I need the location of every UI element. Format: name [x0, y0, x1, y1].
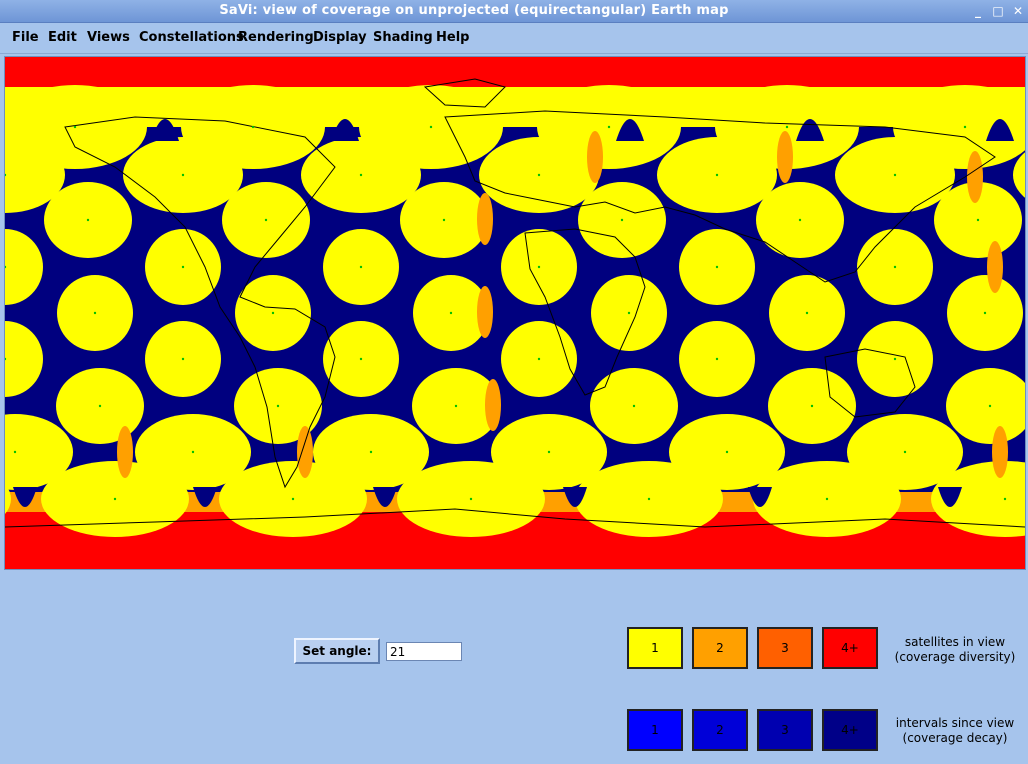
title-bar: SaVi: view of coverage on unprojected (e…	[0, 0, 1028, 23]
decay-label-line1: intervals since view	[895, 716, 1015, 730]
angle-input[interactable]	[386, 642, 462, 661]
subsatellite-point	[988, 404, 992, 408]
north-polar-band	[5, 57, 1025, 87]
subsatellite-point	[359, 357, 363, 361]
subsatellite-point	[537, 265, 541, 269]
subsatellite-point	[715, 173, 719, 177]
decay-swatch-4plus: 4+	[822, 709, 878, 751]
subsatellite-point	[537, 173, 541, 177]
diversity-swatch-1: 1	[627, 627, 683, 669]
set-angle-button[interactable]: Set angle:	[294, 638, 380, 664]
subsatellite-point	[647, 497, 651, 501]
minimize-button[interactable]: _	[970, 3, 986, 19]
menu-shading[interactable]: Shading	[373, 30, 433, 45]
subsatellite-point	[454, 404, 458, 408]
menu-constellations[interactable]: Constellations	[139, 30, 244, 45]
subsatellite-point	[181, 357, 185, 361]
subsatellite-point	[632, 404, 636, 408]
decay-swatch-1: 1	[627, 709, 683, 751]
maximize-button[interactable]: □	[990, 3, 1006, 19]
subsatellite-point	[291, 497, 295, 501]
subsatellite-point	[607, 125, 611, 129]
subsatellite-point	[715, 265, 719, 269]
subsatellite-point	[251, 125, 255, 129]
subsatellite-point	[13, 450, 17, 454]
close-button[interactable]: ✕	[1010, 3, 1026, 19]
subsatellite-point	[976, 218, 980, 222]
overlap-lens	[297, 426, 313, 478]
menu-edit[interactable]: Edit	[48, 30, 77, 45]
subsatellite-point	[369, 450, 373, 454]
overlap-lens	[987, 241, 1003, 293]
subsatellite-point	[181, 173, 185, 177]
subsatellite-point	[359, 173, 363, 177]
decay-swatch-3: 3	[757, 709, 813, 751]
subsatellite-point	[725, 450, 729, 454]
menu-file[interactable]: File	[12, 30, 39, 45]
decay-label-line2: (coverage decay)	[902, 731, 1008, 745]
subsatellite-point	[810, 404, 814, 408]
menu-help[interactable]: Help	[436, 30, 469, 45]
menu-views[interactable]: Views	[87, 30, 130, 45]
diversity-legend-label: satellites in view (coverage diversity)	[890, 635, 1020, 665]
subsatellite-point	[893, 265, 897, 269]
subsatellite-point	[98, 404, 102, 408]
subsatellite-point	[903, 450, 907, 454]
subsatellite-point	[86, 218, 90, 222]
subsatellite-point	[442, 218, 446, 222]
north-coverage-band	[5, 87, 1025, 127]
subsatellite-point	[449, 311, 453, 315]
subsatellite-point	[181, 265, 185, 269]
subsatellite-point	[825, 497, 829, 501]
subsatellite-point	[264, 218, 268, 222]
diversity-swatch-4plus: 4+	[822, 627, 878, 669]
diversity-label-line2: (coverage diversity)	[894, 650, 1016, 664]
subsatellite-point	[785, 125, 789, 129]
diversity-swatch-2: 2	[692, 627, 748, 669]
subsatellite-point	[805, 311, 809, 315]
menu-display[interactable]: Display	[313, 30, 367, 45]
diversity-label-line1: satellites in view	[904, 635, 1006, 649]
subsatellite-point	[798, 218, 802, 222]
subsatellite-point	[547, 450, 551, 454]
subsatellite-point	[469, 497, 473, 501]
overlap-lens	[477, 286, 493, 338]
subsatellite-point	[73, 125, 77, 129]
subsatellite-point	[113, 497, 117, 501]
subsatellite-point	[963, 125, 967, 129]
subsatellite-point	[715, 357, 719, 361]
subsatellite-point	[1003, 497, 1007, 501]
subsatellite-point	[271, 311, 275, 315]
menu-bar: File Edit Views Constellations Rendering…	[0, 23, 1028, 54]
overlap-lens	[485, 379, 501, 431]
overlap-lens	[587, 131, 603, 183]
overlap-lens	[992, 426, 1008, 478]
subsatellite-point	[893, 173, 897, 177]
overlap-lens	[117, 426, 133, 478]
subsatellite-point	[359, 265, 363, 269]
subsatellite-point	[191, 450, 195, 454]
diversity-swatch-3: 3	[757, 627, 813, 669]
subsatellite-point	[276, 404, 280, 408]
overlap-lens	[477, 193, 493, 245]
overlap-lens	[777, 131, 793, 183]
menu-rendering[interactable]: Rendering	[238, 30, 314, 45]
subsatellite-point	[620, 218, 624, 222]
window-title: SaVi: view of coverage on unprojected (e…	[219, 3, 729, 18]
overlap-lens	[967, 151, 983, 203]
subsatellite-point	[93, 311, 97, 315]
decay-legend-label: intervals since view (coverage decay)	[890, 716, 1020, 746]
subsatellite-point	[429, 125, 433, 129]
subsatellite-point	[627, 311, 631, 315]
coverage-map[interactable]	[4, 56, 1026, 570]
coverage-map-canvas[interactable]	[5, 57, 1025, 569]
decay-swatch-2: 2	[692, 709, 748, 751]
subsatellite-point	[893, 357, 897, 361]
subsatellite-point	[983, 311, 987, 315]
subsatellite-point	[537, 357, 541, 361]
